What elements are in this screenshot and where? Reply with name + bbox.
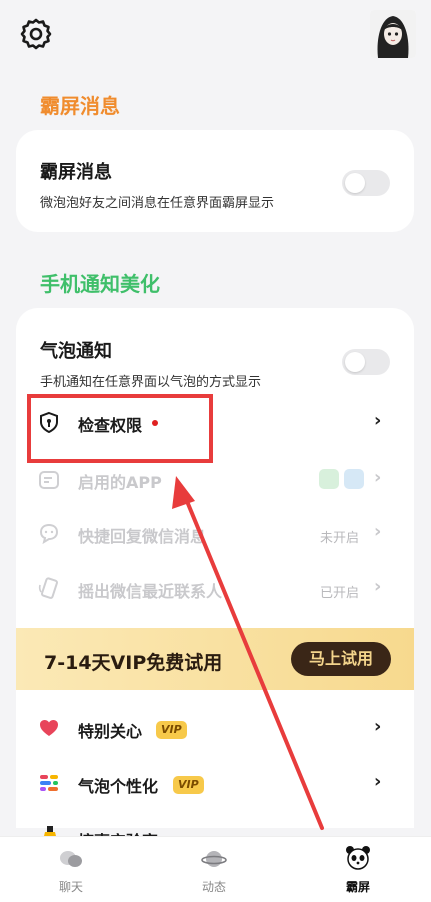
planet-icon[interactable] <box>201 846 227 872</box>
palette-icon <box>38 772 60 794</box>
chevron-right-icon[interactable]: › <box>374 716 381 737</box>
lab-icon <box>40 826 60 836</box>
chevron-right-icon[interactable]: › <box>374 576 381 597</box>
annotation-highlight-box <box>27 394 213 463</box>
section-title-overlay: 霸屏消息 <box>40 94 120 118</box>
try-now-button[interactable]: 马上试用 <box>291 642 391 676</box>
bubble-notify-toggle[interactable] <box>342 349 390 375</box>
shake-contacts-status: 已开启 <box>320 586 360 601</box>
shake-contacts-label[interactable]: 摇出微信最近联系人 <box>78 578 222 602</box>
overlay-item-title: 霸屏消息 <box>40 162 112 183</box>
overlay-item-desc: 微泡泡好友之间消息在任意界面霸屏显示 <box>40 196 275 211</box>
bubble-personalize-label[interactable]: 气泡个性化 <box>78 773 158 797</box>
chevron-right-icon[interactable]: › <box>374 521 381 542</box>
bubble-notify-title: 气泡通知 <box>40 341 112 362</box>
vip-trial-text: 7-14天VIP免费试用 <box>44 652 223 674</box>
shake-icon <box>38 577 60 599</box>
enabled-apps-label[interactable]: 启用的APP <box>78 469 162 493</box>
app-list-icon <box>38 469 60 491</box>
bubble-notify-desc: 手机通知在任意界面以气泡的方式显示 <box>40 375 262 390</box>
heart-icon <box>38 717 60 739</box>
chevron-right-icon[interactable]: › <box>374 467 381 488</box>
vip-badge: VIP <box>173 776 204 794</box>
quick-reply-status: 未开启 <box>320 531 360 546</box>
chat-icon <box>38 522 60 545</box>
chevron-right-icon[interactable]: › <box>374 771 381 792</box>
tab-overlay[interactable]: 霸屏 <box>328 878 388 895</box>
panda-icon[interactable] <box>344 844 372 872</box>
qq-app-icon <box>344 469 364 489</box>
chevron-right-icon[interactable]: › <box>374 410 381 431</box>
chat-bubbles-icon[interactable] <box>58 846 84 872</box>
overlay-toggle[interactable] <box>342 170 390 196</box>
tab-moments[interactable]: 动态 <box>184 878 244 895</box>
section-title-notify: 手机通知美化 <box>40 272 160 296</box>
vip-badge: VIP <box>156 721 187 739</box>
special-care-label[interactable]: 特别关心 <box>78 718 142 742</box>
wechat-app-icon <box>319 469 339 489</box>
quick-reply-label[interactable]: 快捷回复微信消息 <box>78 523 206 547</box>
avatar[interactable] <box>370 10 416 58</box>
gear-icon[interactable] <box>18 16 54 52</box>
tab-chat[interactable]: 聊天 <box>41 878 101 895</box>
fun-lab-label[interactable]: 搞事实验室 <box>78 828 158 836</box>
